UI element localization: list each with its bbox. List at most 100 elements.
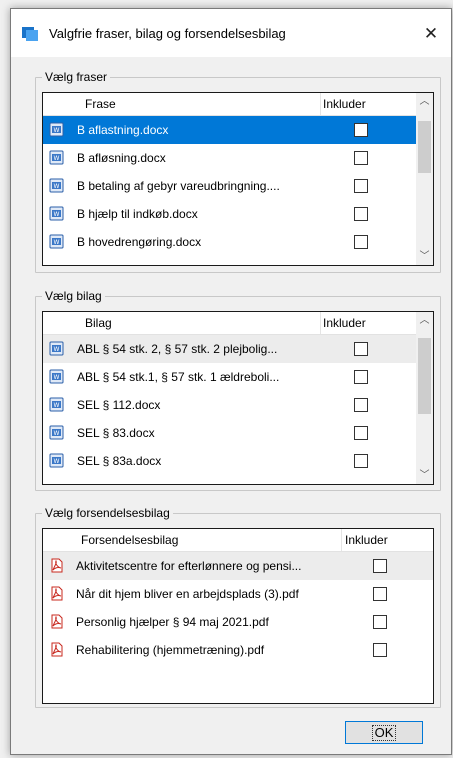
word-doc-icon: W (49, 122, 64, 137)
forsendelsesbilag-include-checkbox[interactable] (373, 559, 387, 573)
bilag-list-header: Bilag Inkluder (43, 312, 433, 335)
bilag-list-item[interactable]: W SEL § 112.docx (43, 391, 416, 419)
pdf-icon (49, 642, 64, 657)
bilag-list-item[interactable]: W ABL § 54 stk. 2, § 57 stk. 2 plejbolig.… (43, 335, 416, 363)
fraser-include-checkbox[interactable] (354, 207, 368, 221)
fraser-list-item[interactable]: W B betaling af gebyr vareudbringning.... (43, 172, 416, 200)
forsendelsesbilag-list-header: Forsendelsesbilag Inkluder (43, 529, 433, 552)
bilag-include-checkbox[interactable] (354, 370, 368, 384)
fraser-include-checkbox[interactable] (354, 179, 368, 193)
svg-text:W: W (54, 346, 60, 353)
title-bar[interactable]: Valgfrie fraser, bilag og forsendelsesbi… (11, 9, 451, 57)
scroll-up-arrow-icon[interactable]: ︿ (416, 312, 433, 329)
close-icon: ✕ (423, 24, 439, 43)
fraser-scrollbar[interactable]: ︿ ﹀ (416, 93, 433, 265)
bilag-include-checkbox[interactable] (354, 426, 368, 440)
bilag-list-item[interactable]: W SEL § 83a.docx (43, 447, 416, 475)
bilag-column-header-include[interactable]: Inkluder (323, 316, 366, 330)
forsendelsesbilag-list-item[interactable]: Rehabilitering (hjemmetræning).pdf (43, 636, 433, 664)
svg-text:W: W (54, 402, 60, 409)
bilag-list-item[interactable]: W ABL § 54 stk.1, § 57 stk. 1 ældreboli..… (43, 363, 416, 391)
fraser-list[interactable]: Frase Inkluder W B aflastning.docx W B aflø… (42, 92, 434, 266)
forsendelsesbilag-item-label: Rehabilitering (hjemmetræning).pdf (76, 643, 265, 657)
fraser-include-checkbox[interactable] (354, 123, 368, 137)
fraser-item-label: B afløsning.docx (77, 151, 166, 165)
pdf-icon (49, 558, 64, 573)
ok-button[interactable]: OK (345, 721, 423, 744)
bilag-include-checkbox[interactable] (354, 342, 368, 356)
ok-button-label: OK (371, 725, 397, 741)
word-doc-icon: W (49, 206, 64, 221)
bilag-include-checkbox[interactable] (354, 398, 368, 412)
word-doc-icon: W (49, 453, 64, 468)
fraser-list-header: Frase Inkluder (43, 93, 433, 116)
svg-text:W: W (54, 183, 60, 190)
fraser-column-header-name[interactable]: Frase (85, 97, 116, 111)
forsendelsesbilag-group-label: Vælg forsendelsesbilag (42, 506, 173, 520)
word-doc-icon: W (49, 369, 64, 384)
scroll-down-arrow-icon[interactable]: ﹀ (416, 248, 433, 265)
fraser-list-item[interactable]: W B hovedrengøring.docx (43, 228, 416, 256)
pdf-icon (49, 586, 64, 601)
forsendelsesbilag-include-checkbox[interactable] (373, 643, 387, 657)
bilag-item-label: ABL § 54 stk. 2, § 57 stk. 2 plejbolig..… (77, 342, 278, 356)
forsendelsesbilag-list-item[interactable]: Personlig hjælper § 94 maj 2021.pdf (43, 608, 433, 636)
word-doc-icon: W (49, 178, 64, 193)
pdf-icon (49, 614, 64, 629)
fraser-group: Vælg fraser Frase Inkluder W B aflastning… (35, 70, 441, 273)
bilag-list-item[interactable]: W SEL § 83.docx (43, 419, 416, 447)
fraser-list-item[interactable]: W B hjælp til indkøb.docx (43, 200, 416, 228)
fraser-item-label: B aflastning.docx (77, 123, 169, 137)
fraser-column-header-include[interactable]: Inkluder (323, 97, 366, 111)
word-doc-icon: W (49, 425, 64, 440)
app-icon (22, 27, 38, 41)
fraser-item-label: B hjælp til indkøb.docx (77, 207, 198, 221)
svg-text:W: W (54, 211, 60, 218)
forsendelsesbilag-item-label: Personlig hjælper § 94 maj 2021.pdf (76, 615, 269, 629)
bilag-scrollbar[interactable]: ︿ ﹀ (416, 312, 433, 484)
bilag-item-label: SEL § 83.docx (77, 426, 155, 440)
scroll-down-arrow-icon[interactable]: ﹀ (416, 467, 433, 484)
word-doc-icon: W (49, 397, 64, 412)
forsendelsesbilag-item-label: Aktivitetscentre for efterlønnere og pen… (76, 559, 302, 573)
bilag-item-label: SEL § 112.docx (77, 398, 161, 412)
fraser-item-label: B hovedrengøring.docx (77, 235, 202, 249)
forsendelsesbilag-list[interactable]: Forsendelsesbilag Inkluder Aktivitetscen… (42, 528, 434, 704)
bilag-scroll-thumb[interactable] (418, 338, 431, 414)
forsendelsesbilag-column-header-include[interactable]: Inkluder (345, 533, 388, 547)
bilag-group: Vælg bilag Bilag Inkluder W ABL § 54 stk.… (35, 289, 441, 491)
bilag-item-label: ABL § 54 stk.1, § 57 stk. 1 ældreboli... (77, 370, 280, 384)
fraser-list-item[interactable]: W B aflastning.docx (43, 116, 416, 144)
fraser-group-label: Vælg fraser (42, 70, 111, 84)
forsendelsesbilag-include-checkbox[interactable] (373, 587, 387, 601)
fraser-list-item[interactable]: W B afløsning.docx (43, 144, 416, 172)
svg-text:W: W (54, 430, 60, 437)
fraser-include-checkbox[interactable] (354, 235, 368, 249)
forsendelsesbilag-list-item[interactable]: Aktivitetscentre for efterlønnere og pen… (43, 552, 433, 580)
forsendelsesbilag-column-header-name[interactable]: Forsendelsesbilag (81, 533, 178, 547)
svg-text:W: W (54, 374, 60, 381)
word-doc-icon: W (49, 341, 64, 356)
fraser-scroll-thumb[interactable] (418, 121, 431, 173)
bilag-group-label: Vælg bilag (42, 289, 105, 303)
dialog-window: Valgfrie fraser, bilag og forsendelsesbi… (10, 8, 452, 755)
bilag-item-label: SEL § 83a.docx (77, 454, 162, 468)
bilag-include-checkbox[interactable] (354, 454, 368, 468)
scroll-up-arrow-icon[interactable]: ︿ (416, 93, 433, 110)
fraser-include-checkbox[interactable] (354, 151, 368, 165)
forsendelsesbilag-list-item[interactable]: Når dit hjem bliver en arbejdsplads (3).… (43, 580, 433, 608)
svg-text:W: W (54, 155, 60, 162)
fraser-item-label: B betaling af gebyr vareudbringning.... (77, 179, 280, 193)
forsendelsesbilag-item-label: Når dit hjem bliver en arbejdsplads (3).… (76, 587, 299, 601)
svg-text:W: W (54, 458, 60, 465)
word-doc-icon: W (49, 150, 64, 165)
forsendelsesbilag-include-checkbox[interactable] (373, 615, 387, 629)
forsendelsesbilag-group: Vælg forsendelsesbilag Forsendelsesbilag… (35, 506, 441, 708)
close-button[interactable]: ✕ (411, 17, 451, 51)
word-doc-icon: W (49, 234, 64, 249)
svg-text:W: W (54, 127, 60, 134)
svg-text:W: W (54, 239, 60, 246)
dialog-title: Valgfrie fraser, bilag og forsendelsesbi… (49, 26, 286, 41)
bilag-list[interactable]: Bilag Inkluder W ABL § 54 stk. 2, § 57 st… (42, 311, 434, 485)
bilag-column-header-name[interactable]: Bilag (85, 316, 112, 330)
